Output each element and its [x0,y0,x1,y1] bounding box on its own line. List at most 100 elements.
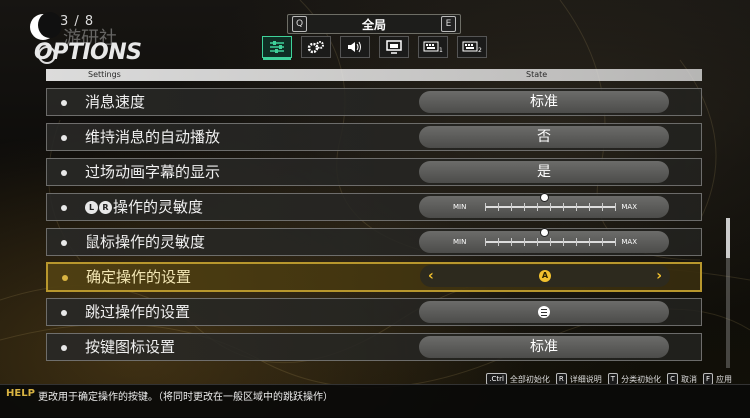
a-button-icon: A [539,270,551,282]
keyboard-1-icon: 1 [423,41,443,53]
slider-tick [589,203,590,211]
slider-tick [563,203,564,211]
sliders-icon [270,41,284,53]
tab-keyboard-2[interactable]: 2 [457,36,487,58]
keyboard-2-icon: 2 [462,41,482,53]
slider-tick [485,238,486,246]
sensitivity-slider[interactable]: MIN MAX [419,228,669,253]
slider-tick [576,203,577,211]
menu-button-icon [538,306,550,318]
tab-display[interactable] [379,36,409,58]
slider-tick [576,238,577,246]
help-bar: HELP 更改用于确定操作的按键。（将同时更改在一般区域中的跳跃操作） [0,384,750,418]
category-tab-bar: Q 全局 E [287,14,461,34]
setting-confirm-button[interactable]: 确定操作的设置 ‹ A › [46,262,702,292]
shortcut-label: 取消 [680,374,697,384]
current-tab-label: 全局 [361,18,386,32]
slider-tick [511,238,512,246]
tab-general[interactable] [262,36,292,60]
slider-tick [537,238,538,246]
setting-label: 按键图标设置 [85,338,176,356]
slider-tick [589,238,590,246]
setting-label: 确定操作的设置 [86,268,192,286]
tab-gameplay[interactable] [301,36,331,58]
shortcut-label: 全部初始化 [509,374,550,384]
setting-value[interactable]: 否 [419,126,669,148]
speaker-icon [348,41,361,53]
scrollbar-thumb[interactable] [726,218,730,258]
setting-value-selector[interactable]: ‹ A › [420,265,670,287]
setting-stick-sensitivity[interactable]: L R 操作的灵敏度 MIN MAX [46,193,702,221]
shortcut-label: 分类初始化 [621,374,662,384]
tab-keyboard-1[interactable]: 1 [418,36,448,58]
setting-message-speed[interactable]: 消息速度 标准 [46,88,702,116]
setting-value[interactable] [419,301,669,323]
state-column-header: State [526,70,548,79]
help-label: HELP [6,388,35,399]
setting-value-text: 否 [537,129,551,145]
setting-skip-button[interactable]: 跳过操作的设置 [46,298,702,326]
slider-tick [524,238,525,246]
slider-min-label: MIN [453,203,467,211]
bullet-icon [61,135,67,141]
setting-mouse-sensitivity[interactable]: 鼠标操作的灵敏度 MIN MAX [46,228,702,256]
options-logo: 3 / 8 游研社 OPTIONS [8,6,168,65]
setting-value[interactable]: 标准 [419,336,669,358]
setting-cutscene-subtitles[interactable]: 过场动画字幕的显示 是 [46,158,702,186]
gears-icon [307,41,324,54]
setting-value[interactable]: 是 [419,161,669,183]
tab-audio[interactable] [340,36,370,58]
scrollbar[interactable] [726,218,730,368]
next-tab-key[interactable]: E [441,16,456,32]
slider-tick [563,238,564,246]
setting-value-text: 是 [537,164,551,180]
slider-tick [537,203,538,211]
setting-message-autoplay[interactable]: 维持消息的自动播放 否 [46,123,702,151]
sensitivity-slider[interactable]: MIN MAX [419,193,669,218]
slider-tick [511,203,512,211]
setting-label: 维持消息的自动播放 [85,128,221,146]
slider-tick [615,238,616,246]
help-text: 更改用于确定操作的按键。（将同时更改在一般区域中的跳跃操作） [38,392,333,403]
slider-max-label: MAX [621,238,637,246]
monitor-icon [386,40,402,54]
setting-label: 消息速度 [85,93,146,111]
setting-value-text: 标准 [530,339,558,355]
bullet-icon [61,170,67,176]
setting-label: 鼠标操作的灵敏度 [85,233,206,251]
keyboard-2-sub: 2 [478,47,482,53]
bullet-icon [61,310,67,316]
bullet-icon [62,275,68,281]
slider-tick [524,203,525,211]
slider-knob[interactable] [539,193,549,202]
slider-tick [550,203,551,211]
slider-max-label: MAX [621,203,637,211]
setting-value-text: A [420,265,670,287]
left-stick-icon: L [85,201,98,214]
moon-icon [30,12,62,40]
slider-ticks [485,238,616,246]
bullet-icon [61,205,67,211]
keyboard-1-sub: 1 [439,47,443,53]
slider-min-label: MIN [453,238,467,246]
shortcut-label: 详细说明 [569,374,602,384]
setting-label-wrap: L R 操作的灵敏度 [85,194,203,221]
slider-tick [602,203,603,211]
setting-label: 跳过操作的设置 [85,303,191,321]
slider-ticks [485,203,616,211]
arrow-right-icon[interactable]: › [656,268,662,284]
setting-label: 操作的灵敏度 [113,198,204,216]
slider-tick [485,203,486,211]
setting-label: 过场动画字幕的显示 [85,163,221,181]
bullet-icon [61,100,67,106]
settings-header: Settings State [46,69,702,81]
slider-tick [602,238,603,246]
shortcut-label: 应用 [716,374,732,384]
bullet-icon [61,345,67,351]
setting-value-text: 标准 [530,94,558,110]
page-title: OPTIONS [34,40,142,65]
setting-button-icons[interactable]: 按键图标设置 标准 [46,333,702,361]
right-stick-icon: R [99,201,112,214]
setting-value[interactable]: 标准 [419,91,669,113]
slider-knob[interactable] [539,228,549,237]
